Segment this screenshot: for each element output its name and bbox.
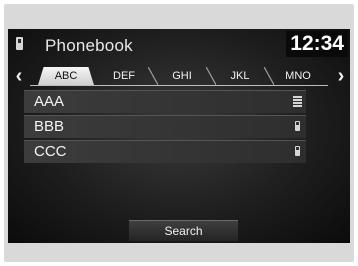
clock-time: 12:34 bbox=[290, 32, 344, 55]
tab-underline bbox=[30, 85, 328, 86]
contact-list: AAA BBB CCC bbox=[24, 90, 306, 165]
page-title: Phonebook bbox=[45, 36, 133, 55]
chevron-right-icon[interactable]: › bbox=[332, 66, 350, 86]
tab-ghi[interactable]: GHI bbox=[154, 67, 216, 85]
tab-label: GHI bbox=[172, 70, 192, 82]
list-item[interactable]: AAA bbox=[24, 90, 306, 113]
list-item[interactable]: BBB bbox=[24, 115, 306, 138]
tab-label: DEF bbox=[113, 70, 135, 82]
contact-name: AAA bbox=[34, 93, 65, 110]
chevron-left-icon[interactable]: ‹ bbox=[10, 66, 28, 86]
mobile-phone-icon bbox=[295, 121, 300, 131]
tab-label: JKL bbox=[230, 70, 250, 82]
tab-jkl[interactable]: JKL bbox=[212, 67, 274, 85]
mobile-phone-icon bbox=[295, 146, 300, 156]
clock-area: 12:34 bbox=[286, 31, 348, 57]
tab-abc[interactable]: ABC bbox=[38, 67, 94, 85]
header-bar: Phonebook 12:34 bbox=[8, 29, 350, 61]
phonebook-screen: Phonebook 12:34 ‹ ABC DEF GHI JKL MNO › … bbox=[8, 29, 350, 243]
office-phone-icon bbox=[293, 96, 302, 107]
search-button[interactable]: Search bbox=[129, 220, 238, 241]
tab-label: ABC bbox=[54, 70, 78, 82]
contact-name: BBB bbox=[34, 118, 65, 135]
tab-label: MNO bbox=[285, 70, 311, 82]
list-item[interactable]: CCC bbox=[24, 140, 306, 163]
contact-name: CCC bbox=[34, 143, 67, 160]
tab-def[interactable]: DEF bbox=[96, 67, 158, 85]
alphabet-tab-bar: ‹ ABC DEF GHI JKL MNO › bbox=[8, 66, 350, 87]
phone-icon bbox=[16, 37, 23, 50]
tab-mno[interactable]: MNO bbox=[270, 67, 326, 85]
